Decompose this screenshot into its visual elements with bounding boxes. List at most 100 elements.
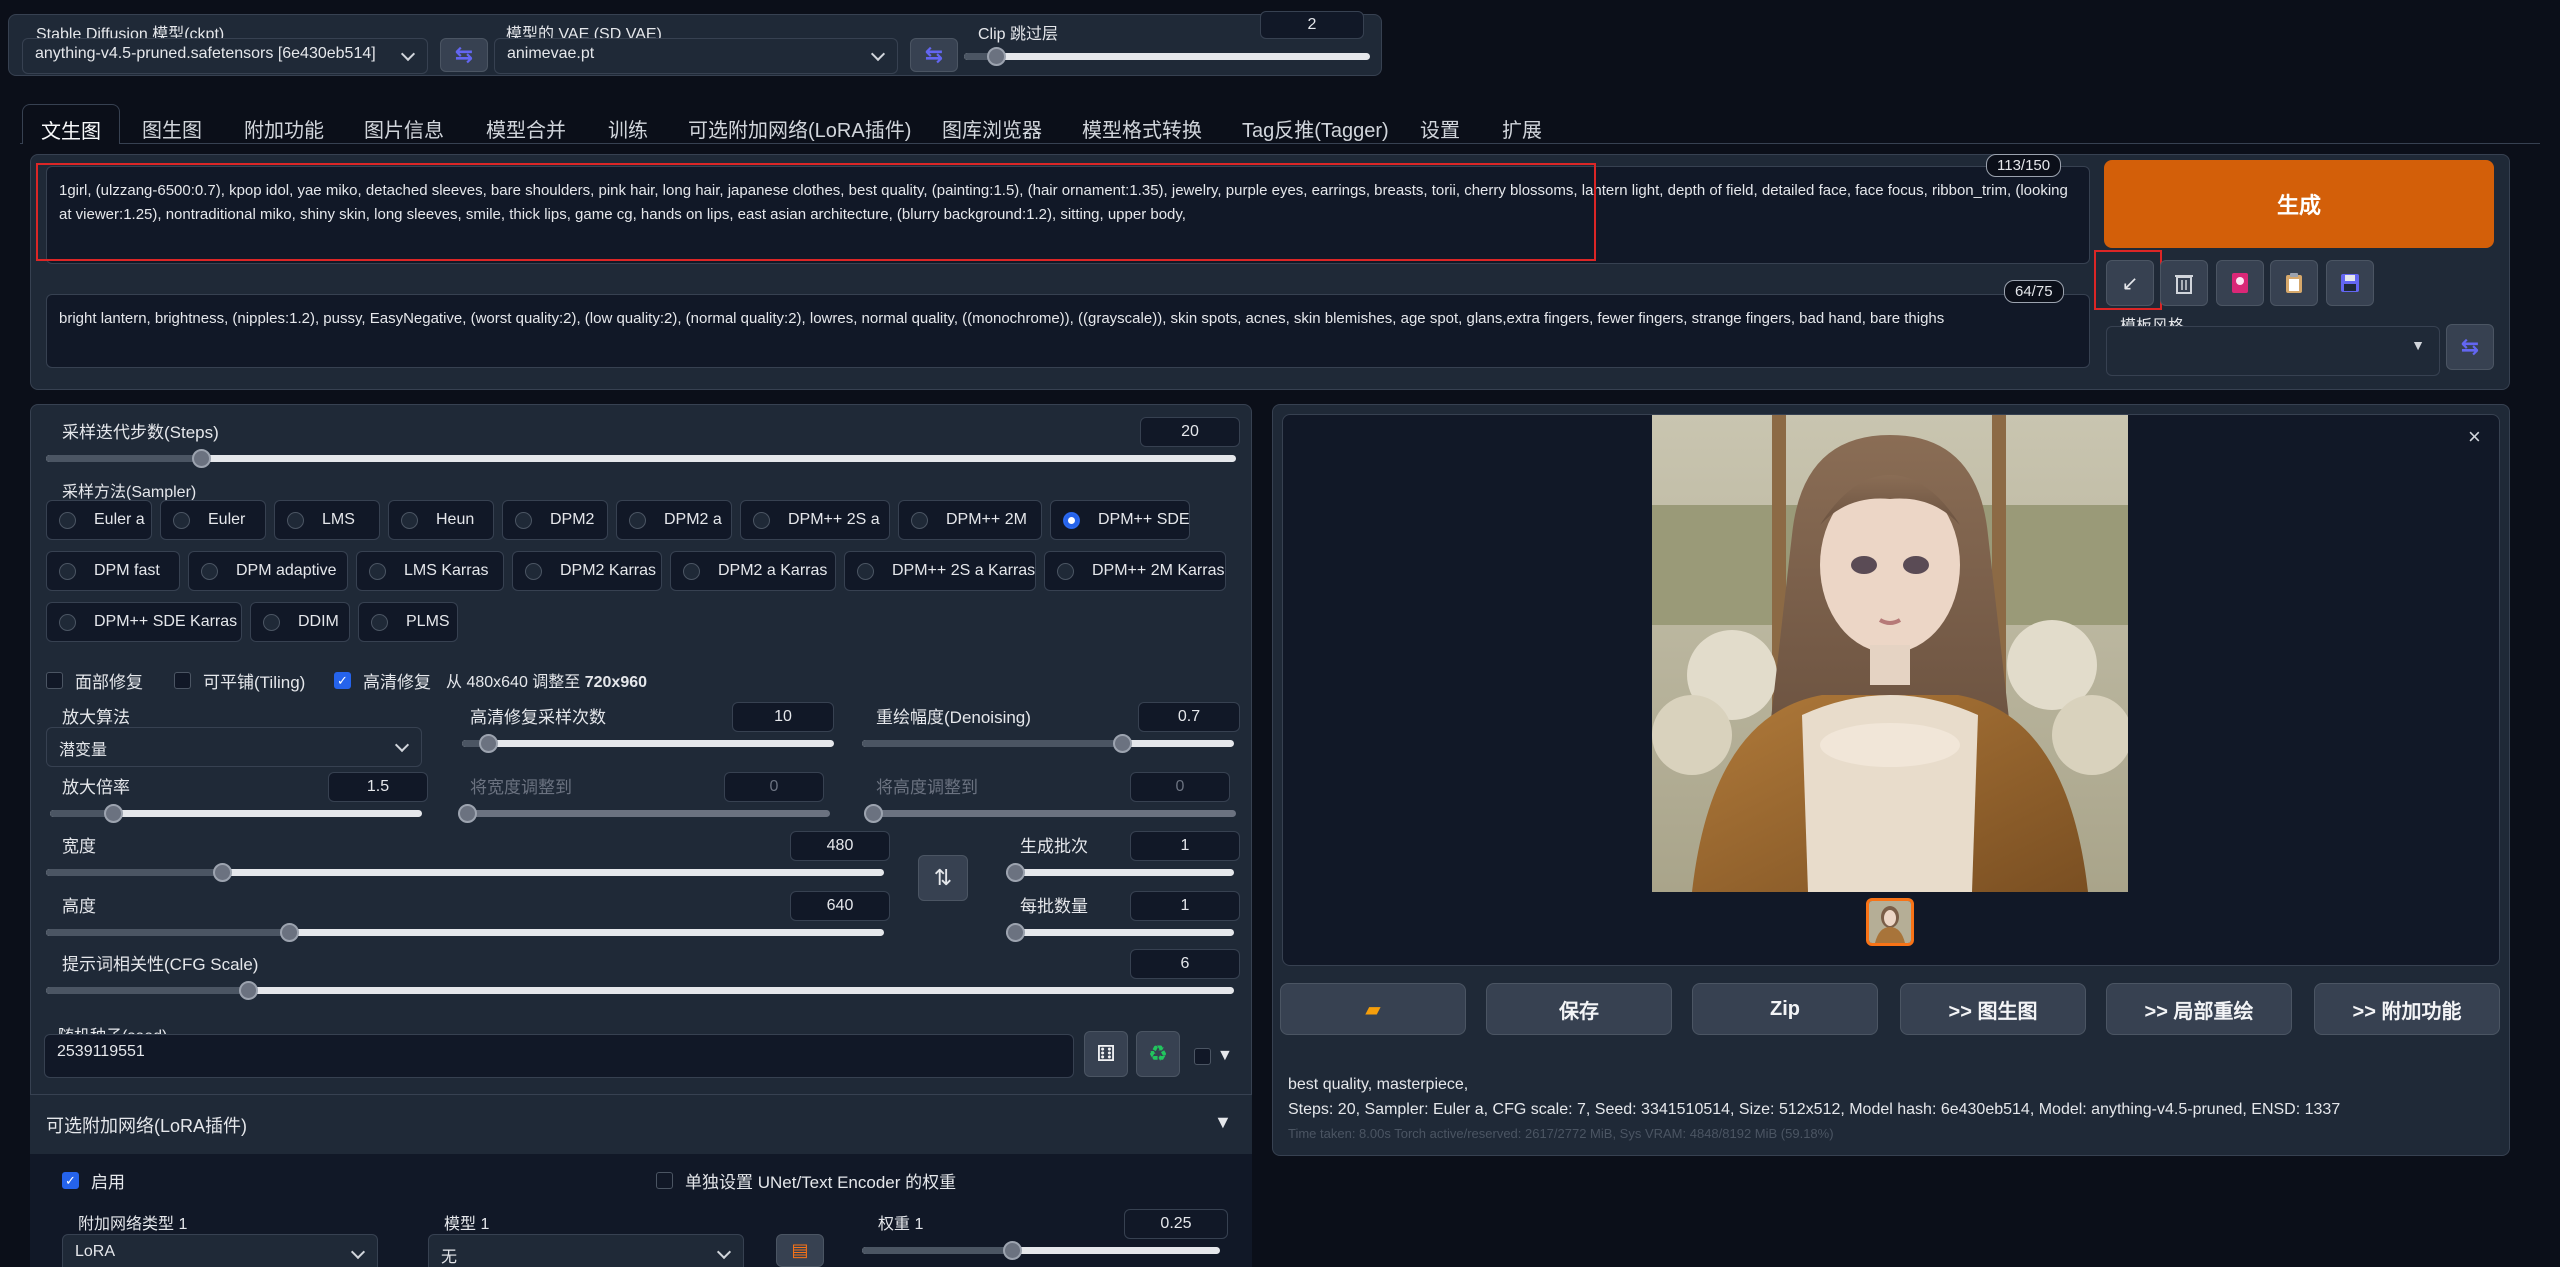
sampler-option[interactable]: DPM2 a Karras <box>670 551 836 591</box>
sampler-option[interactable]: DPM++ 2M <box>898 500 1042 540</box>
batch-count-input[interactable]: 1 <box>1130 831 1240 861</box>
sampler-option[interactable]: DPM++ SDE Karras <box>46 602 242 642</box>
steps-input[interactable]: 20 <box>1140 417 1240 447</box>
tiling-checkbox[interactable]: 可平铺(Tiling) <box>174 668 305 693</box>
batch-count-slider[interactable] <box>1006 863 1234 882</box>
save-button[interactable]: 保存 <box>1486 983 1672 1035</box>
show-extra-networks-button[interactable] <box>2216 260 2264 306</box>
steps-slider[interactable] <box>46 449 1236 468</box>
cfg-slider[interactable] <box>46 981 1234 1000</box>
lora-model-info-button[interactable]: ▤ <box>776 1234 824 1267</box>
batch-size-slider[interactable] <box>1006 923 1234 942</box>
slider-thumb[interactable] <box>212 863 232 882</box>
lora-type-select[interactable]: LoRA <box>62 1234 378 1267</box>
lora-separate-weights-checkbox[interactable]: 单独设置 UNet/Text Encoder 的权重 <box>656 1168 956 1193</box>
vae-select[interactable]: animevae.pt <box>494 38 898 74</box>
send-to-extras-button[interactable]: >> 附加功能 <box>2314 983 2500 1035</box>
extra-seed-checkbox[interactable]: ▼ <box>1194 1047 1233 1065</box>
sampler-option[interactable]: DPM++ SDE <box>1050 500 1190 540</box>
sampler-option[interactable]: LMS Karras <box>356 551 504 591</box>
face-restore-checkbox[interactable]: 面部修复 <box>46 668 143 693</box>
tab-txt2img[interactable]: 文生图 <box>22 104 120 144</box>
lora-weight-slider[interactable] <box>862 1241 1220 1260</box>
clip-skip-input[interactable]: 2 <box>1260 11 1364 39</box>
upscale-by-input[interactable]: 1.5 <box>328 772 428 802</box>
seed-input[interactable]: 2539119551 <box>44 1034 1074 1078</box>
tab-tagger[interactable]: Tag反推(Tagger) <box>1242 104 1389 144</box>
tab-checkpoint-merger[interactable]: 模型合并 <box>486 104 566 144</box>
save-style-button[interactable] <box>2326 260 2374 306</box>
slider-thumb[interactable] <box>479 734 499 753</box>
slider-thumb[interactable] <box>864 804 883 823</box>
clip-skip-slider[interactable] <box>964 47 1370 66</box>
upscaler-select[interactable]: 潜变量 <box>46 727 422 767</box>
denoise-input[interactable]: 0.7 <box>1138 702 1240 732</box>
upscale-by-slider[interactable] <box>50 804 422 823</box>
open-folder-button[interactable]: ▰ <box>1280 983 1466 1035</box>
gallery-thumbnail[interactable] <box>1866 898 1914 946</box>
sampler-option[interactable]: DPM adaptive <box>188 551 348 591</box>
slider-thumb[interactable] <box>280 923 300 942</box>
refresh-vae-button[interactable]: ⇆ <box>910 38 958 72</box>
sampler-option[interactable]: DPM++ 2S a <box>740 500 890 540</box>
generate-button[interactable]: 生成 <box>2104 160 2494 248</box>
sampler-option[interactable]: DPM++ 2S a Karras <box>844 551 1036 591</box>
sampler-option[interactable]: Heun <box>388 500 494 540</box>
negative-prompt-input[interactable]: bright lantern, brightness, (nipples:1.2… <box>46 294 2090 368</box>
batch-size-input[interactable]: 1 <box>1130 891 1240 921</box>
denoise-slider[interactable] <box>862 734 1234 753</box>
read-params-button[interactable]: ↙ <box>2106 260 2154 306</box>
sampler-option[interactable]: PLMS <box>358 602 458 642</box>
slider-thumb[interactable] <box>1006 863 1025 882</box>
positive-prompt-input[interactable]: 1girl, (ulzzang-6500:0.7), kpop idol, ya… <box>46 166 2090 264</box>
height-input[interactable]: 640 <box>790 891 890 921</box>
refresh-styles-button[interactable]: ⇆ <box>2446 324 2494 370</box>
apply-style-button[interactable] <box>2270 260 2318 306</box>
resize-width-slider[interactable] <box>458 804 830 823</box>
hires-fix-checkbox[interactable]: ✓ 高清修复 <box>334 668 431 693</box>
ckpt-select[interactable]: anything-v4.5-pruned.safetensors [6e430e… <box>22 38 428 74</box>
tab-additional-networks[interactable]: 可选附加网络(LoRA插件) <box>688 104 911 144</box>
width-slider[interactable] <box>46 863 884 882</box>
sampler-option[interactable]: DDIM <box>250 602 350 642</box>
lora-model-select[interactable]: 无 <box>428 1234 744 1267</box>
tab-png-info[interactable]: 图片信息 <box>364 104 444 144</box>
slider-thumb[interactable] <box>458 804 477 823</box>
reuse-seed-button[interactable]: ♻ <box>1136 1031 1180 1077</box>
lora-weight-input[interactable]: 0.25 <box>1124 1209 1228 1239</box>
sampler-option[interactable]: LMS <box>274 500 380 540</box>
sampler-option[interactable]: DPM fast <box>46 551 180 591</box>
slider-thumb[interactable] <box>238 981 258 1000</box>
generated-image[interactable] <box>1652 415 2128 892</box>
resize-height-input[interactable]: 0 <box>1130 772 1230 802</box>
refresh-ckpt-button[interactable]: ⇆ <box>440 38 488 72</box>
sampler-option[interactable]: DPM2 Karras <box>512 551 662 591</box>
sampler-option[interactable]: DPM++ 2M Karras <box>1044 551 1226 591</box>
slider-thumb[interactable] <box>1006 923 1025 942</box>
sampler-option[interactable]: Euler a <box>46 500 152 540</box>
tab-settings[interactable]: 设置 <box>1420 104 1460 144</box>
height-slider[interactable] <box>46 923 884 942</box>
lora-enable-checkbox[interactable]: ✓ 启用 <box>62 1168 125 1193</box>
tab-train[interactable]: 训练 <box>608 104 648 144</box>
swap-dimensions-button[interactable]: ⇅ <box>918 855 968 901</box>
tab-img2img[interactable]: 图生图 <box>142 104 202 144</box>
caret-down-icon[interactable]: ▼ <box>1214 1112 1232 1133</box>
cfg-input[interactable]: 6 <box>1130 949 1240 979</box>
hires-steps-input[interactable]: 10 <box>732 702 834 732</box>
sampler-option[interactable]: DPM2 a <box>616 500 732 540</box>
sampler-option[interactable]: Euler <box>160 500 266 540</box>
hires-steps-slider[interactable] <box>462 734 834 753</box>
resize-height-slider[interactable] <box>864 804 1236 823</box>
slider-thumb[interactable] <box>191 449 211 468</box>
tab-extensions[interactable]: 扩展 <box>1502 104 1542 144</box>
send-to-inpaint-button[interactable]: >> 局部重绘 <box>2106 983 2292 1035</box>
random-seed-button[interactable]: ⚅ <box>1084 1031 1128 1077</box>
close-icon[interactable]: × <box>2468 424 2481 450</box>
tab-extras[interactable]: 附加功能 <box>244 104 324 144</box>
send-to-img2img-button[interactable]: >> 图生图 <box>1900 983 2086 1035</box>
tab-model-converter[interactable]: 模型格式转换 <box>1082 104 1202 144</box>
resize-width-input[interactable]: 0 <box>724 772 824 802</box>
sampler-option[interactable]: DPM2 <box>502 500 608 540</box>
clear-prompt-button[interactable] <box>2160 260 2208 306</box>
